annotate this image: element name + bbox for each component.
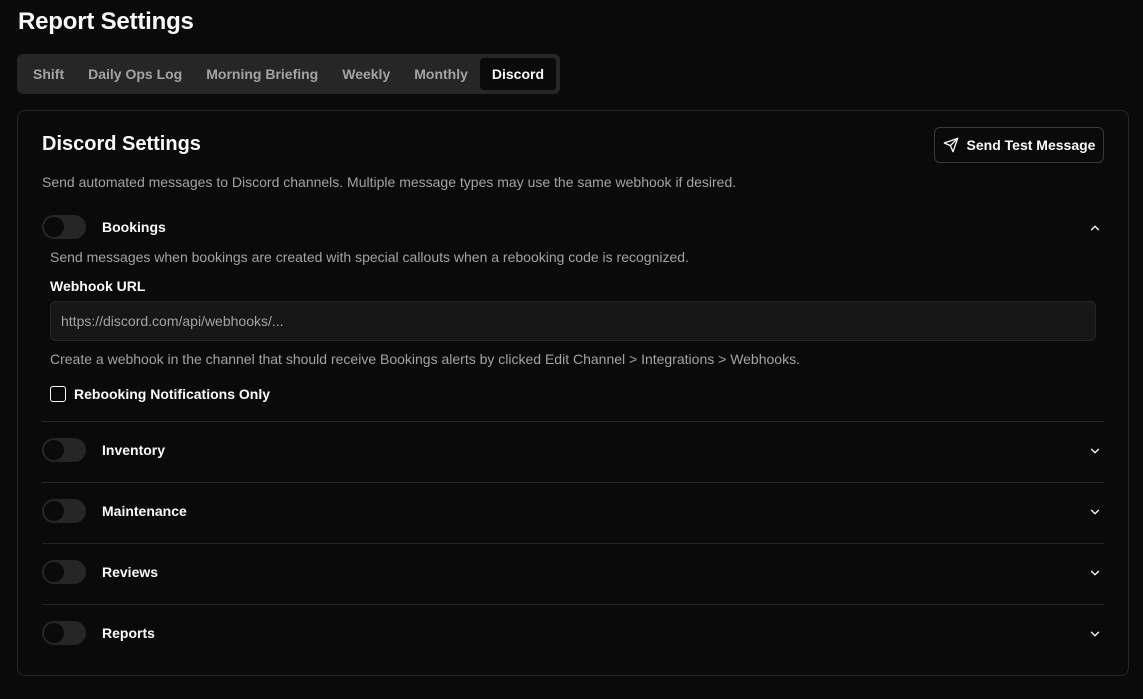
divider — [42, 604, 1104, 605]
page-title: Report Settings — [18, 8, 194, 35]
toggle-reviews[interactable] — [42, 560, 86, 584]
tab-weekly[interactable]: Weekly — [330, 58, 402, 90]
card-description: Send automated messages to Discord chann… — [42, 174, 737, 190]
chevron-up-icon[interactable] — [1088, 221, 1102, 235]
card-title: Discord Settings — [42, 133, 201, 155]
bookings-webhook-input[interactable] — [50, 301, 1096, 341]
chevron-down-icon[interactable] — [1088, 444, 1102, 458]
section-header-bookings[interactable]: Bookings — [42, 207, 1104, 247]
section-label-maintenance: Maintenance — [102, 503, 187, 519]
section-header-inventory[interactable]: Inventory — [42, 430, 1104, 470]
bookings-description: Send messages when bookings are created … — [50, 249, 689, 265]
section-label-bookings: Bookings — [102, 219, 166, 235]
webhook-url-label: Webhook URL — [50, 278, 146, 294]
tab-monthly[interactable]: Monthly — [402, 58, 480, 90]
section-label-reviews: Reviews — [102, 564, 159, 580]
section-maintenance: Maintenance — [42, 491, 1104, 531]
report-tabs: Shift Daily Ops Log Morning Briefing Wee… — [17, 54, 561, 94]
section-reports: Reports — [42, 613, 1104, 653]
section-header-reports[interactable]: Reports — [42, 613, 1104, 653]
section-inventory: Inventory — [42, 430, 1104, 470]
send-test-message-label: Send Test Message — [966, 137, 1096, 153]
toggle-inventory[interactable] — [42, 438, 86, 462]
divider — [42, 482, 1104, 483]
discord-settings-card: Discord Settings Send Test Message Send … — [17, 110, 1129, 676]
section-bookings: Bookings — [42, 207, 1104, 247]
toggle-reports[interactable] — [42, 621, 86, 645]
tab-daily-ops-log[interactable]: Daily Ops Log — [76, 58, 194, 90]
tab-discord[interactable]: Discord — [479, 58, 557, 90]
chevron-down-icon[interactable] — [1088, 566, 1102, 580]
toggle-bookings[interactable] — [42, 215, 86, 239]
rebooking-only-checkbox[interactable] — [50, 386, 66, 402]
section-label-reports: Reports — [102, 625, 155, 641]
send-icon — [943, 137, 958, 153]
rebooking-only-row: Rebooking Notifications Only — [50, 386, 270, 402]
send-test-message-button[interactable]: Send Test Message — [934, 127, 1104, 163]
rebooking-only-label: Rebooking Notifications Only — [74, 386, 271, 402]
section-label-inventory: Inventory — [102, 442, 166, 458]
webhook-help-text: Create a webhook in the channel that sho… — [50, 351, 800, 367]
divider — [42, 421, 1104, 422]
tab-shift[interactable]: Shift — [21, 58, 76, 90]
section-reviews: Reviews — [42, 552, 1104, 592]
divider — [42, 543, 1104, 544]
tab-morning-briefing[interactable]: Morning Briefing — [194, 58, 330, 90]
chevron-down-icon[interactable] — [1088, 627, 1102, 641]
section-header-reviews[interactable]: Reviews — [42, 552, 1104, 592]
toggle-maintenance[interactable] — [42, 499, 86, 523]
section-header-maintenance[interactable]: Maintenance — [42, 491, 1104, 531]
chevron-down-icon[interactable] — [1088, 505, 1102, 519]
